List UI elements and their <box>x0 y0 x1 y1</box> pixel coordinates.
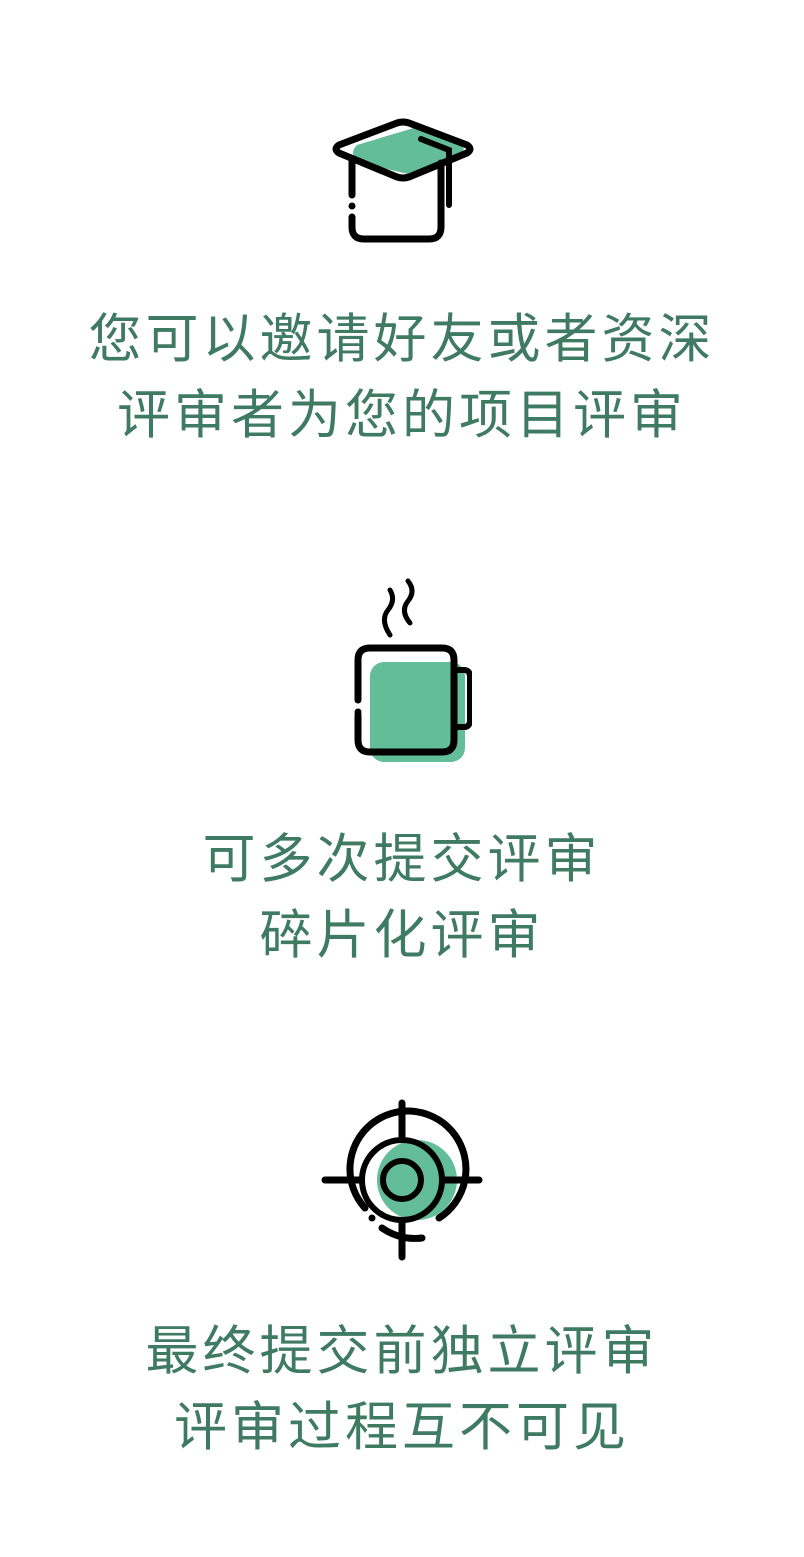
caption-line: 碎片化评审 <box>259 905 545 966</box>
coffee-mug-icon <box>0 575 804 770</box>
caption-line: 可多次提交评审 <box>202 829 602 890</box>
feature-caption: 最终提交前独立评审 评审过程互不可见 <box>0 1314 804 1466</box>
target-crosshair-icon <box>0 1098 804 1263</box>
feature-caption: 可多次提交评审 碎片化评审 <box>0 822 804 974</box>
caption-line: 评审者为您的项目评审 <box>117 385 687 446</box>
caption-line: 您可以邀请好友或者资深 <box>88 309 716 370</box>
caption-line: 最终提交前独立评审 <box>145 1321 659 1382</box>
caption-line: 评审过程互不可见 <box>174 1397 630 1458</box>
graduation-cap-icon <box>0 105 804 250</box>
feature-caption: 您可以邀请好友或者资深 评审者为您的项目评审 <box>0 302 804 454</box>
